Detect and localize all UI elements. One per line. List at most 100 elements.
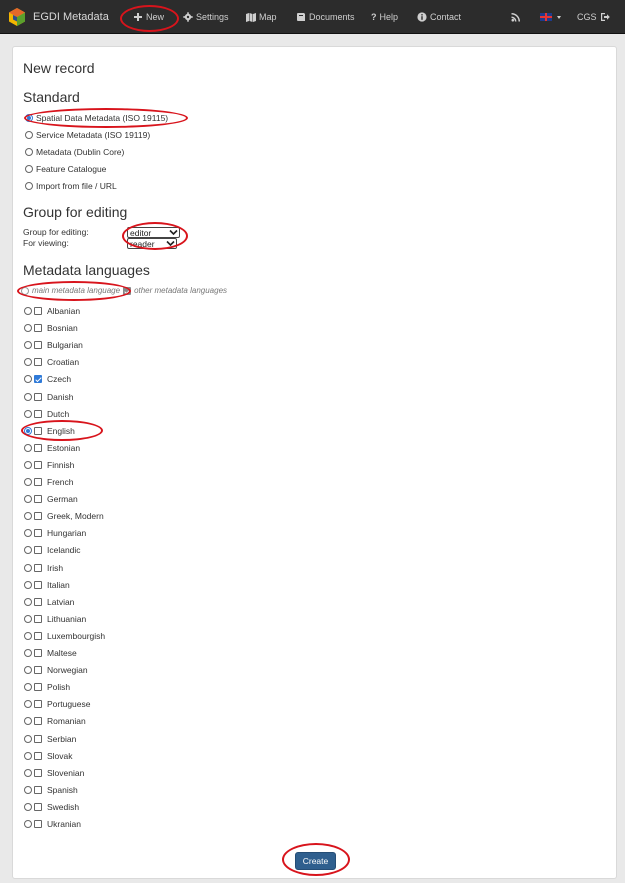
nav-contact[interactable]: Contact (417, 0, 461, 34)
other-language-checkbox[interactable] (34, 614, 42, 623)
other-language-checkbox[interactable] (34, 426, 42, 435)
main-language-radio[interactable] (24, 683, 32, 692)
main-language-radio[interactable] (24, 324, 32, 333)
language-row[interactable]: Lithuanian (24, 613, 86, 625)
other-language-checkbox[interactable] (34, 734, 42, 743)
other-language-checkbox[interactable] (34, 443, 42, 452)
main-language-radio[interactable] (24, 734, 32, 743)
other-language-checkbox[interactable] (34, 512, 42, 521)
language-row[interactable]: French (24, 476, 73, 488)
standard-radio[interactable] (25, 182, 33, 190)
language-row[interactable]: Maltese (24, 647, 77, 659)
main-language-radio[interactable] (24, 307, 32, 315)
main-language-radio[interactable] (24, 717, 32, 726)
other-language-checkbox[interactable] (34, 683, 42, 692)
other-language-checkbox[interactable] (34, 580, 42, 589)
language-row[interactable]: Spanish (24, 784, 78, 796)
language-row[interactable]: Polish (24, 681, 70, 693)
standard-radio[interactable] (25, 131, 33, 139)
language-row[interactable]: Swedish (24, 801, 79, 813)
other-language-checkbox[interactable] (34, 478, 42, 486)
main-language-radio[interactable] (24, 358, 32, 367)
language-row[interactable]: Greek, Modern (24, 510, 104, 522)
main-language-radio[interactable] (24, 375, 32, 384)
other-language-checkbox[interactable] (34, 375, 42, 384)
main-language-radio[interactable] (24, 820, 32, 828)
main-language-radio[interactable] (24, 751, 32, 760)
main-language-radio[interactable] (24, 802, 32, 811)
language-menu[interactable] (540, 0, 561, 34)
other-language-checkbox[interactable] (34, 341, 42, 350)
language-row[interactable]: Latvian (24, 596, 74, 608)
standard-option[interactable]: Feature Catalogue (25, 163, 106, 175)
nav-documents[interactable]: Documents (296, 0, 355, 34)
user-menu[interactable]: CGS (577, 0, 610, 34)
language-row[interactable]: Estonian (24, 442, 80, 454)
other-language-checkbox[interactable] (34, 529, 42, 538)
main-language-radio[interactable] (24, 426, 32, 435)
other-language-checkbox[interactable] (34, 546, 42, 555)
nav-help[interactable]: ? Help (371, 0, 398, 34)
language-row[interactable]: Bulgarian (24, 339, 83, 351)
language-row[interactable]: Croatian (24, 356, 79, 368)
language-row[interactable]: Romanian (24, 715, 86, 727)
other-language-checkbox[interactable] (34, 597, 42, 606)
main-language-radio[interactable] (24, 409, 32, 418)
main-language-radio[interactable] (24, 597, 32, 606)
standard-radio[interactable] (25, 148, 33, 156)
language-row[interactable]: Luxembourgish (24, 630, 105, 642)
language-row[interactable]: Portuguese (24, 698, 90, 710)
language-row[interactable]: Serbian (24, 733, 76, 745)
standard-radio[interactable] (25, 165, 33, 173)
nav-settings[interactable]: Settings (183, 0, 229, 34)
language-row[interactable]: Bosnian (24, 322, 78, 334)
main-language-radio[interactable] (24, 666, 32, 675)
language-row[interactable]: Norwegian (24, 664, 88, 676)
other-language-checkbox[interactable] (34, 307, 42, 315)
other-language-checkbox[interactable] (34, 495, 42, 504)
other-language-checkbox[interactable] (34, 324, 42, 333)
main-language-radio[interactable] (24, 341, 32, 350)
language-row[interactable]: Danish (24, 391, 73, 403)
language-row[interactable]: Czech (24, 373, 71, 385)
standard-option[interactable]: Import from file / URL (25, 180, 117, 192)
standard-option[interactable]: Service Metadata (ISO 19119) (25, 129, 150, 141)
main-language-radio[interactable] (24, 700, 32, 709)
other-language-checkbox[interactable] (34, 563, 42, 572)
language-row[interactable]: Hungarian (24, 527, 86, 539)
language-row[interactable]: Dutch (24, 408, 69, 420)
viewing-select[interactable]: reader (127, 238, 177, 249)
nav-map[interactable]: Map (246, 0, 277, 34)
main-language-radio[interactable] (24, 512, 32, 521)
main-language-radio[interactable] (24, 631, 32, 640)
language-row[interactable]: English (24, 425, 75, 437)
other-language-checkbox[interactable] (34, 358, 42, 367)
other-language-checkbox[interactable] (34, 666, 42, 675)
other-language-checkbox[interactable] (34, 649, 42, 657)
other-language-checkbox[interactable] (34, 717, 42, 726)
language-row[interactable]: Italian (24, 579, 70, 591)
other-language-checkbox[interactable] (34, 631, 42, 640)
other-language-checkbox[interactable] (34, 392, 42, 401)
main-language-radio[interactable] (24, 495, 32, 504)
rss-button[interactable] (511, 0, 521, 34)
main-language-radio[interactable] (24, 785, 32, 794)
main-language-radio[interactable] (24, 478, 32, 486)
language-row[interactable]: Albanian (24, 305, 80, 317)
standard-option[interactable]: Metadata (Dublin Core) (25, 146, 124, 158)
main-language-radio[interactable] (24, 580, 32, 589)
standard-radio[interactable] (25, 114, 33, 122)
nav-new[interactable]: New (133, 0, 164, 34)
main-language-radio[interactable] (24, 563, 32, 572)
language-row[interactable]: Finnish (24, 459, 74, 471)
language-row[interactable]: German (24, 493, 78, 505)
create-button[interactable]: Create (295, 852, 336, 870)
main-language-radio[interactable] (24, 460, 32, 469)
main-language-radio[interactable] (24, 392, 32, 401)
other-language-checkbox[interactable] (34, 768, 42, 777)
main-language-radio[interactable] (24, 614, 32, 623)
main-language-radio[interactable] (24, 443, 32, 452)
main-language-radio[interactable] (24, 546, 32, 555)
brand[interactable]: EGDI Metadata (7, 0, 109, 34)
other-language-checkbox[interactable] (34, 409, 42, 418)
